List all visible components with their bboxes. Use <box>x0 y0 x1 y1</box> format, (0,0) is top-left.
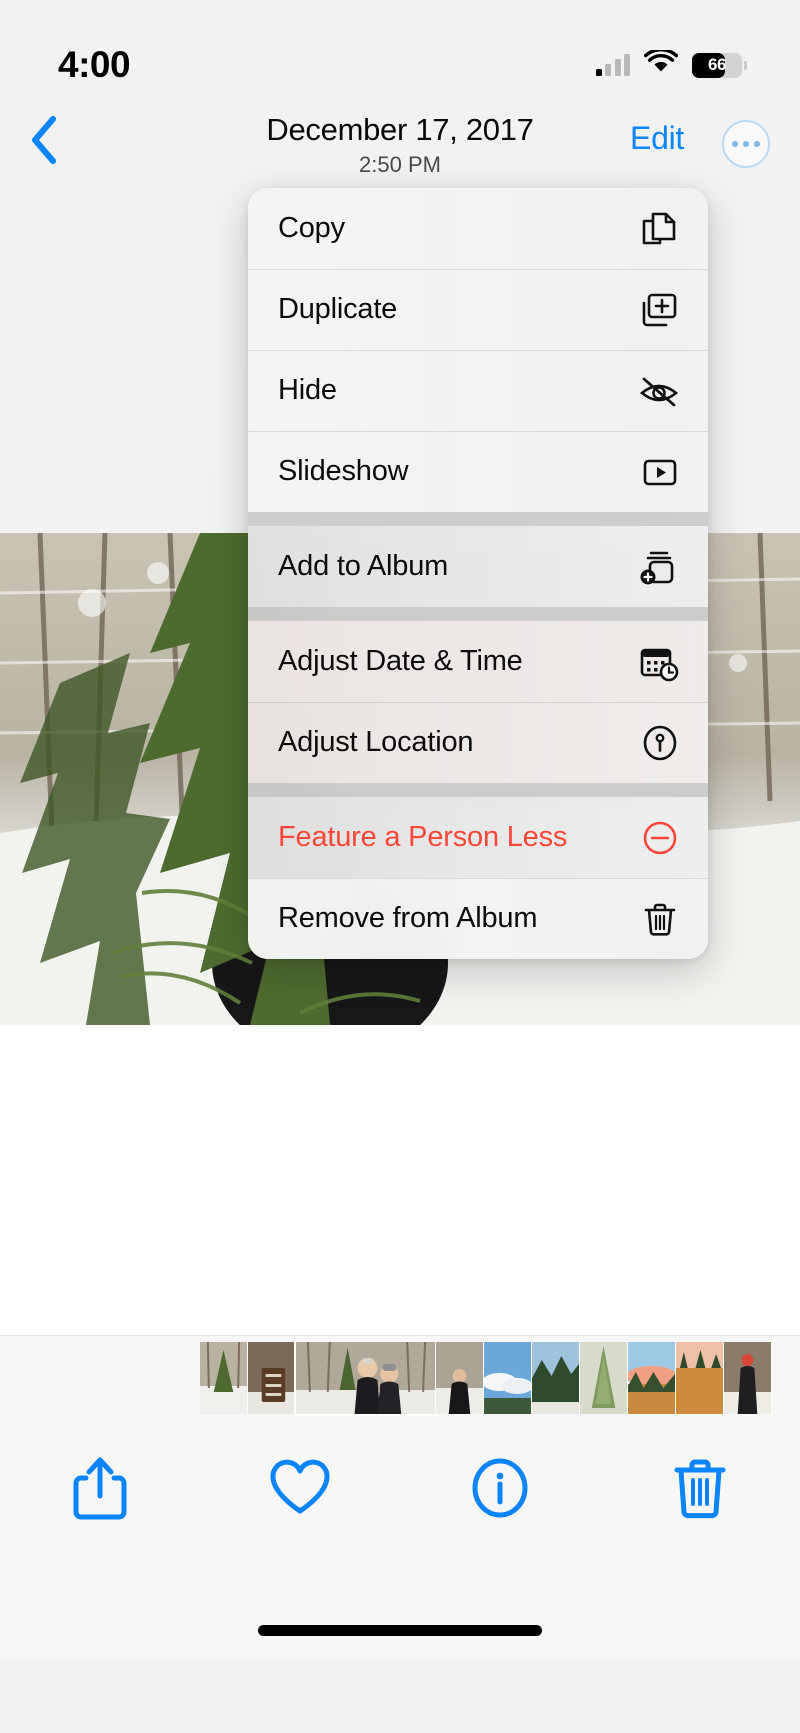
battery-percent-label: 66 <box>707 55 727 74</box>
battery-icon: 66 <box>692 52 747 78</box>
menu-item-label: Duplicate <box>278 293 398 325</box>
duplicate-plus-icon <box>636 288 680 332</box>
ellipsis-circle-icon[interactable] <box>722 120 770 168</box>
info-circle-icon <box>469 1457 531 1524</box>
navigation-bar: December 17, 2017 2:50 PM Edit <box>0 100 800 185</box>
menu-item-label: Hide <box>278 374 337 406</box>
minus-circle-icon <box>636 816 680 860</box>
wifi-icon <box>643 47 679 80</box>
menu-item-label: Feature a Person Less <box>278 821 568 853</box>
back-button[interactable] <box>16 114 72 170</box>
menu-item-copy[interactable]: Copy <box>248 188 708 269</box>
home-indicator <box>258 1625 542 1636</box>
chevron-left-icon <box>29 115 59 170</box>
menu-item-slideshow[interactable]: Slideshow <box>248 431 708 512</box>
thumb-sunset-field[interactable] <box>628 1342 676 1414</box>
context-menu[interactable]: Copy Duplicate Hide Slideshow Add to Alb… <box>248 188 708 959</box>
calendar-clock-icon <box>636 640 680 684</box>
menu-item-label: Add to Album <box>278 550 449 582</box>
menu-item-adjust-location[interactable]: Adjust Location <box>248 702 708 783</box>
menu-item-label: Remove from Album <box>278 902 538 934</box>
share-button[interactable] <box>52 1442 148 1538</box>
menu-separator <box>248 783 708 797</box>
status-indicators: 66 <box>595 47 747 80</box>
thumb-orange-grass[interactable] <box>676 1342 724 1414</box>
favorite-button[interactable] <box>252 1442 348 1538</box>
edit-button[interactable]: Edit <box>630 120 684 157</box>
menu-item-hide[interactable]: Hide <box>248 350 708 431</box>
menu-separator <box>248 607 708 621</box>
menu-item-feature-person-less[interactable]: Feature a Person Less <box>248 797 708 878</box>
menu-item-label: Adjust Date & Time <box>278 645 523 677</box>
thumb-snowy-trees[interactable] <box>200 1342 248 1414</box>
trash-icon <box>670 1456 730 1525</box>
menu-item-label: Adjust Location <box>278 726 474 758</box>
thumb-two-people[interactable] <box>294 1340 438 1416</box>
add-to-album-icon <box>636 545 680 589</box>
bottom-toolbar <box>0 1420 800 1660</box>
menu-item-duplicate[interactable]: Duplicate <box>248 269 708 350</box>
menu-item-remove-from-album[interactable]: Remove from Album <box>248 878 708 959</box>
photo-backdrop <box>0 1025 800 1335</box>
copy-document-icon <box>636 207 680 251</box>
thumb-trail-sign[interactable] <box>248 1342 296 1414</box>
thumb-red-hat-person[interactable] <box>724 1342 772 1414</box>
menu-separator <box>248 512 708 526</box>
menu-item-adjust-date-time[interactable]: Adjust Date & Time <box>248 621 708 702</box>
play-rectangle-icon <box>636 450 680 494</box>
thumb-blue-sky-clouds[interactable] <box>484 1342 532 1414</box>
status-bar: 4:00 66 <box>0 0 800 100</box>
info-button[interactable] <box>452 1442 548 1538</box>
share-up-arrow-icon <box>70 1454 130 1527</box>
eye-slash-icon <box>636 369 680 413</box>
thumb-forest-ridge[interactable] <box>532 1342 580 1414</box>
menu-item-add-to-album[interactable]: Add to Album <box>248 526 708 607</box>
heart-icon <box>268 1458 332 1523</box>
thumb-person-walking[interactable] <box>436 1342 484 1414</box>
trash-icon <box>636 897 680 941</box>
photos-detail-screen: 4:00 66 December 17, 2017 2:50 PM Edit C… <box>0 0 800 1733</box>
thumb-pine-branch[interactable] <box>580 1342 628 1414</box>
delete-button[interactable] <box>652 1442 748 1538</box>
menu-item-label: Copy <box>278 212 345 244</box>
cellular-signal-icon <box>595 54 630 76</box>
filmstrip[interactable] <box>0 1335 800 1420</box>
status-clock: 4:00 <box>58 44 131 85</box>
location-pin-circle-icon <box>636 721 680 765</box>
menu-item-label: Slideshow <box>278 455 409 487</box>
